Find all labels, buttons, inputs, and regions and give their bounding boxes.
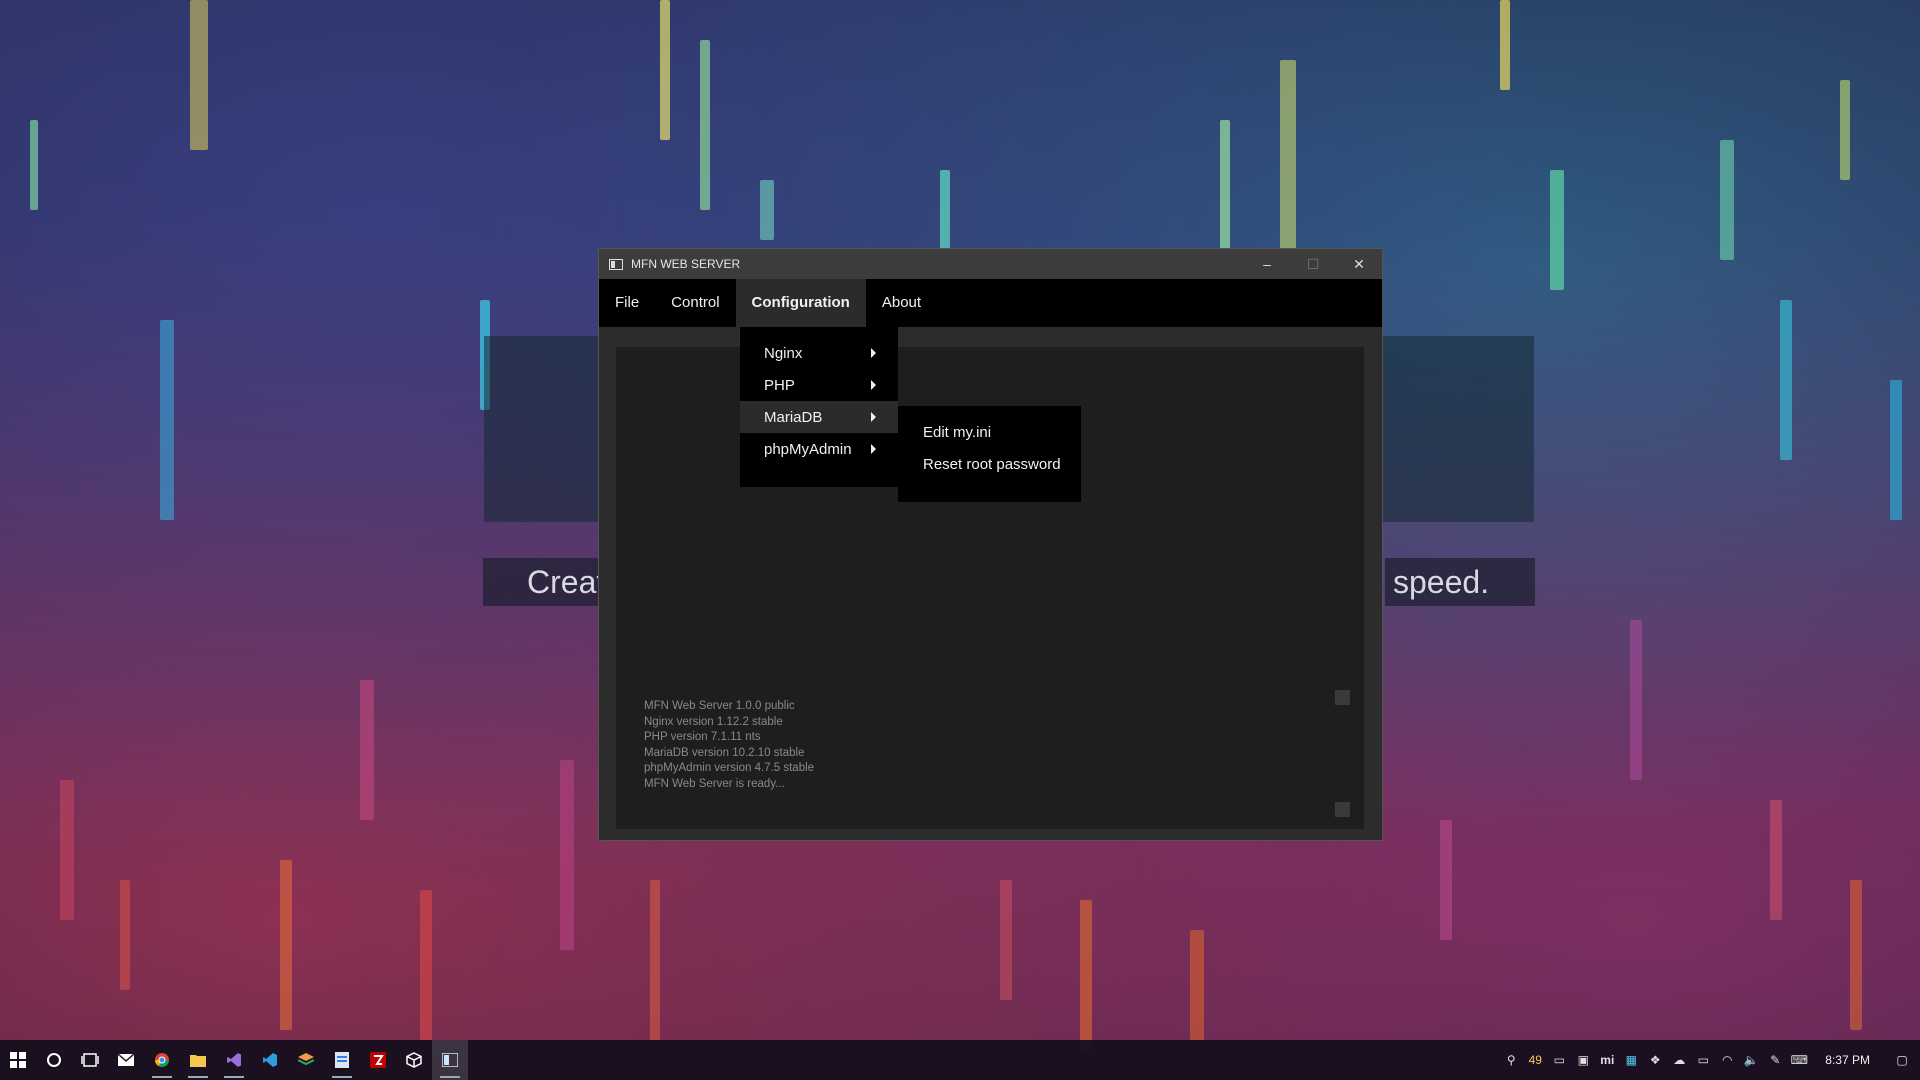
chevron-right-icon bbox=[871, 412, 876, 422]
submenu-item-edit-my-ini[interactable]: Edit my.ini bbox=[898, 416, 1081, 448]
windows-logo-icon bbox=[10, 1052, 26, 1068]
file-explorer-button[interactable] bbox=[180, 1040, 216, 1080]
filezilla-icon bbox=[370, 1052, 386, 1068]
layers-icon bbox=[298, 1053, 314, 1066]
configuration-dropdown: Nginx PHP MariaDB phpMyAdmin bbox=[740, 327, 898, 487]
mail-app-button[interactable] bbox=[108, 1040, 144, 1080]
desktop-caption-right: speed. bbox=[1385, 558, 1535, 606]
onedrive-icon[interactable]: ☁ bbox=[1667, 1040, 1691, 1080]
mail-icon bbox=[118, 1054, 134, 1066]
people-icon[interactable]: ⚲ bbox=[1499, 1040, 1523, 1080]
mi-tray-icon[interactable]: mi bbox=[1595, 1040, 1619, 1080]
maximize-button[interactable]: ☐ bbox=[1290, 249, 1336, 279]
window-controls: – ☐ ✕ bbox=[1244, 249, 1382, 279]
title-bar[interactable]: MFN WEB SERVER – ☐ ✕ bbox=[599, 249, 1382, 279]
search-button[interactable] bbox=[36, 1040, 72, 1080]
box-app-button[interactable] bbox=[396, 1040, 432, 1080]
system-tray: ⚲ 49 ▭ ▣ mi ▦ ❖ ☁ ▭ ◠ 🔈 ✎ ⌨ 8:37 PM ▢ bbox=[1499, 1040, 1920, 1080]
chevron-right-icon bbox=[871, 444, 876, 454]
app-window-icon bbox=[609, 258, 623, 270]
vscode-icon bbox=[263, 1053, 277, 1067]
log-output: MFN Web Server 1.0.0 public Nginx versio… bbox=[644, 699, 814, 792]
dropbox-icon[interactable]: ❖ bbox=[1643, 1040, 1667, 1080]
clock[interactable]: 8:37 PM bbox=[1811, 1053, 1884, 1067]
app-window: MFN WEB SERVER – ☐ ✕ File Control Config… bbox=[598, 248, 1383, 841]
dropdown-item-label: PHP bbox=[764, 376, 795, 394]
dropdown-item-label: MariaDB bbox=[764, 408, 823, 426]
volume-icon[interactable]: 🔈 bbox=[1739, 1040, 1763, 1080]
battery-icon[interactable]: ▭ bbox=[1691, 1040, 1715, 1080]
taskbar: ⚲ 49 ▭ ▣ mi ▦ ❖ ☁ ▭ ◠ 🔈 ✎ ⌨ 8:37 PM ▢ bbox=[0, 1040, 1920, 1080]
chrome-app-button[interactable] bbox=[144, 1040, 180, 1080]
window-title: MFN WEB SERVER bbox=[631, 257, 741, 271]
tray-badge[interactable]: 49 bbox=[1523, 1040, 1547, 1080]
visual-studio-icon bbox=[227, 1053, 241, 1067]
dropdown-item-phpmyadmin[interactable]: phpMyAdmin bbox=[740, 433, 898, 465]
editor-app-button[interactable] bbox=[324, 1040, 360, 1080]
chrome-icon bbox=[155, 1053, 169, 1067]
wifi-icon[interactable]: ◠ bbox=[1715, 1040, 1739, 1080]
scroll-up-button[interactable] bbox=[1335, 690, 1350, 705]
log-line: MFN Web Server is ready... bbox=[644, 777, 785, 790]
desktop-caption-left: Creat bbox=[483, 558, 605, 606]
action-center-icon[interactable]: ▢ bbox=[1884, 1040, 1920, 1080]
menu-configuration[interactable]: Configuration bbox=[735, 279, 866, 327]
close-button[interactable]: ✕ bbox=[1336, 249, 1382, 279]
mariadb-submenu: Edit my.ini Reset root password bbox=[898, 406, 1081, 502]
monitor-icon[interactable]: ▣ bbox=[1571, 1040, 1595, 1080]
start-button[interactable] bbox=[0, 1040, 36, 1080]
task-view-icon bbox=[81, 1053, 99, 1067]
chevron-right-icon bbox=[871, 348, 876, 358]
task-view-button[interactable] bbox=[72, 1040, 108, 1080]
minimize-button[interactable]: – bbox=[1244, 249, 1290, 279]
dropdown-item-nginx[interactable]: Nginx bbox=[740, 337, 898, 369]
log-line: phpMyAdmin version 4.7.5 stable bbox=[644, 762, 815, 774]
log-line: MariaDB version 10.2.10 stable bbox=[644, 746, 805, 759]
menu-bar: File Control Configuration About bbox=[599, 279, 1382, 327]
scroll-down-button[interactable] bbox=[1335, 802, 1350, 817]
log-line: PHP version 7.1.11 nts bbox=[644, 731, 761, 743]
stack-app-button[interactable] bbox=[288, 1040, 324, 1080]
keyboard-icon[interactable]: ⌨ bbox=[1787, 1040, 1811, 1080]
visual-studio-button[interactable] bbox=[216, 1040, 252, 1080]
cortana-circle-icon bbox=[47, 1053, 61, 1067]
app-window-icon bbox=[442, 1053, 458, 1067]
document-icon bbox=[335, 1052, 349, 1068]
log-line: MFN Web Server 1.0.0 public bbox=[644, 700, 795, 712]
dropdown-item-mariadb[interactable]: MariaDB bbox=[740, 401, 898, 433]
cube-icon bbox=[406, 1052, 422, 1068]
submenu-item-reset-root-password[interactable]: Reset root password bbox=[898, 448, 1081, 480]
menu-file[interactable]: File bbox=[599, 279, 655, 327]
dropdown-item-php[interactable]: PHP bbox=[740, 369, 898, 401]
log-line: Nginx version 1.12.2 stable bbox=[644, 715, 783, 728]
mfn-web-server-button[interactable] bbox=[432, 1040, 468, 1080]
network-app-icon[interactable]: ▦ bbox=[1619, 1040, 1643, 1080]
menu-control[interactable]: Control bbox=[655, 279, 735, 327]
folder-icon bbox=[190, 1055, 206, 1067]
vscode-button[interactable] bbox=[252, 1040, 288, 1080]
chevron-right-icon bbox=[871, 380, 876, 390]
dropdown-item-label: phpMyAdmin bbox=[764, 440, 852, 458]
menu-about[interactable]: About bbox=[866, 279, 937, 327]
dropdown-item-label: Nginx bbox=[764, 344, 803, 362]
window-icon[interactable]: ▭ bbox=[1547, 1040, 1571, 1080]
filezilla-button[interactable] bbox=[360, 1040, 396, 1080]
pen-icon[interactable]: ✎ bbox=[1763, 1040, 1787, 1080]
